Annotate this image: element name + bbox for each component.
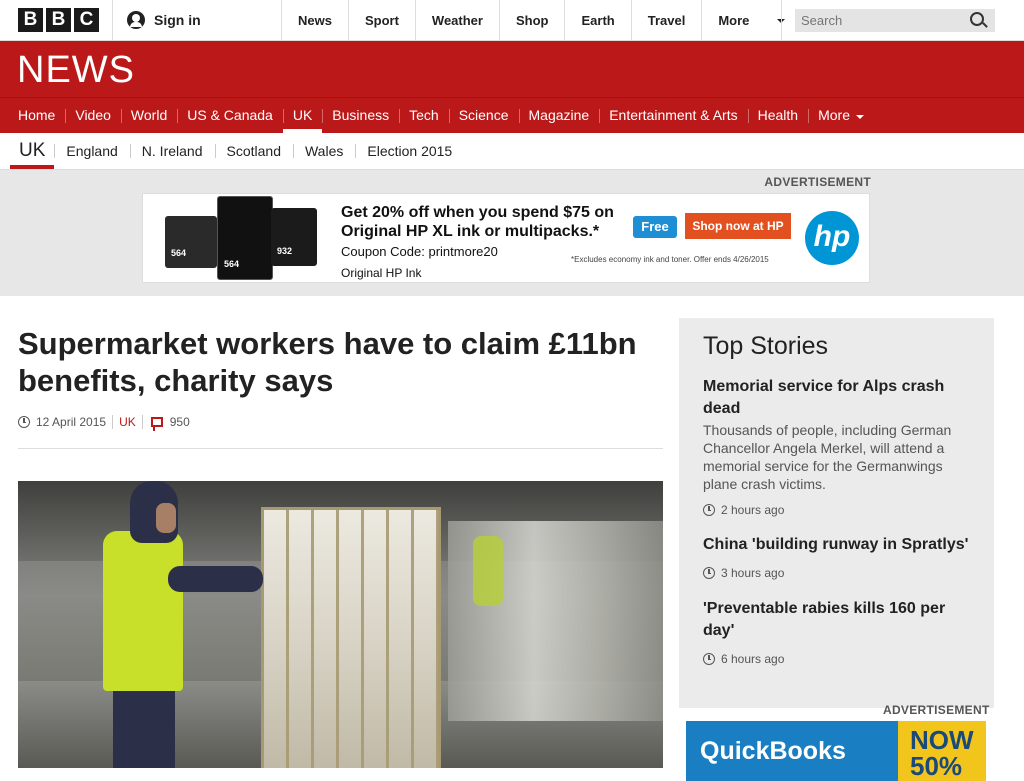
free-shipping-badge: Free — [633, 216, 677, 238]
image-worker-vest — [103, 531, 183, 691]
article-headline: Supermarket workers have to claim £11bn … — [18, 326, 637, 398]
news-nav-magazine[interactable]: Magazine — [518, 97, 600, 133]
subnav-section-uk[interactable]: UK — [10, 133, 55, 169]
image-worker-arm — [168, 566, 263, 592]
quickbooks-logo: QuickBooks — [700, 737, 846, 765]
bbc-global-nav: News Sport Weather Shop Earth Travel Mor… — [281, 0, 801, 40]
top-story-time: 6 hours ago — [703, 652, 978, 666]
ad-fine-print: *Excludes economy ink and toner. Offer e… — [571, 255, 769, 264]
top-story-time: 2 hours ago — [703, 503, 978, 517]
news-nav-more[interactable]: More — [808, 97, 872, 133]
section-subnav: UK England N. Ireland Scotland Wales Ele… — [0, 133, 1024, 170]
news-nav-video[interactable]: Video — [65, 97, 121, 133]
article-date: 12 April 2015 — [36, 415, 107, 429]
top-story-summary: Thousands of people, including German Ch… — [703, 422, 952, 492]
news-masthead: NEWS Home Video World US & Canada UK Bus… — [0, 41, 1024, 133]
news-nav-more-label: More — [818, 107, 850, 123]
top-story-headline[interactable]: 'Preventable rabies kills 160 per day' — [703, 598, 978, 642]
meta-separator — [141, 415, 143, 429]
clock-icon — [703, 567, 715, 579]
meta-separator — [112, 415, 114, 429]
news-nav-world[interactable]: World — [120, 97, 177, 133]
quickbooks-ad[interactable]: QuickBooks NOW 50% — [686, 721, 986, 781]
logo-letter: B — [18, 8, 43, 32]
clock-icon — [703, 504, 715, 516]
chevron-down-icon — [855, 115, 864, 119]
ink-cartridge-image: 932 — [271, 208, 317, 266]
top-story-item[interactable]: 'Preventable rabies kills 160 per day' 6… — [703, 598, 978, 666]
top-story-headline[interactable]: China 'building runway in Spratlys' — [703, 534, 978, 556]
top-story-item[interactable]: Memorial service for Alps crash dead Tho… — [703, 376, 978, 517]
subnav-scotland[interactable]: Scotland — [214, 133, 293, 169]
article-topic-link[interactable]: UK — [119, 415, 136, 429]
ad-label: ADVERTISEMENT — [883, 703, 990, 717]
ink-cartridge-image: 564 — [217, 196, 273, 280]
news-nav: Home Video World US & Canada UK Business… — [8, 97, 872, 133]
ad-coupon: Coupon Code: printmore20 — [341, 244, 498, 259]
news-nav-uk[interactable]: UK — [282, 97, 323, 133]
top-stories-panel: Top Stories Memorial service for Alps cr… — [679, 318, 994, 708]
article-meta: 12 April 2015 UK 950 — [18, 413, 190, 431]
user-icon — [127, 11, 145, 29]
news-nav-entertainment-arts[interactable]: Entertainment & Arts — [599, 97, 747, 133]
subnav-wales[interactable]: Wales — [292, 133, 355, 169]
sign-in-label: Sign in — [154, 12, 201, 28]
article-image — [18, 481, 663, 768]
search-area — [781, 0, 1024, 40]
top-story-time: 3 hours ago — [703, 566, 978, 580]
top-story-item[interactable]: China 'building runway in Spratlys' 3 ho… — [703, 534, 978, 580]
news-nav-home[interactable]: Home — [8, 97, 65, 133]
subnav-england[interactable]: England — [54, 133, 129, 169]
image-worker-legs — [113, 686, 175, 768]
news-nav-health[interactable]: Health — [747, 97, 808, 133]
ink-cartridge-image: 564 — [165, 216, 217, 268]
global-nav-sport[interactable]: Sport — [347, 0, 415, 40]
clock-icon — [18, 416, 30, 428]
ad-label: ADVERTISEMENT — [764, 175, 871, 189]
global-nav-shop[interactable]: Shop — [498, 0, 565, 40]
news-logo[interactable]: NEWS — [17, 49, 135, 92]
bbc-logo[interactable]: B B C — [18, 8, 99, 32]
comment-count[interactable]: 950 — [170, 415, 190, 429]
top-stories-title: Top Stories — [703, 332, 829, 360]
news-nav-us-canada[interactable]: US & Canada — [177, 97, 283, 133]
promo-badge: NOW 50% — [898, 721, 986, 781]
image-background-worker — [473, 536, 503, 606]
global-nav-weather[interactable]: Weather — [414, 0, 499, 40]
image-worker-face — [156, 503, 176, 533]
search-input[interactable] — [795, 9, 995, 32]
image-roll-cage — [261, 507, 441, 768]
top-story-headline[interactable]: Memorial service for Alps crash dead — [703, 376, 978, 420]
clock-icon — [703, 653, 715, 665]
bbc-top-bar: B B C Sign in News Sport Weather Shop Ea… — [0, 0, 1024, 41]
logo-letter: C — [74, 8, 99, 32]
ad-product-line: Original HP Ink — [341, 266, 422, 280]
ad-headline: Get 20% off when you spend $75 on Origin… — [341, 204, 614, 240]
hp-ad-banner[interactable]: 564 564 932 Get 20% off when you spend $… — [142, 193, 870, 283]
article-divider — [18, 448, 663, 449]
news-nav-science[interactable]: Science — [448, 97, 519, 133]
subnav-items: UK England N. Ireland Scotland Wales Ele… — [10, 133, 464, 170]
global-nav-earth[interactable]: Earth — [564, 0, 630, 40]
subnav-election-2015[interactable]: Election 2015 — [355, 133, 464, 169]
comment-icon[interactable] — [150, 417, 163, 431]
news-nav-tech[interactable]: Tech — [399, 97, 449, 133]
global-nav-news[interactable]: News — [281, 0, 348, 40]
search-icon[interactable] — [970, 12, 984, 26]
logo-letter: B — [46, 8, 71, 32]
subnav-n-ireland[interactable]: N. Ireland — [129, 133, 215, 169]
news-nav-business[interactable]: Business — [322, 97, 399, 133]
sign-in-link[interactable]: Sign in — [112, 0, 280, 40]
hp-logo: hp — [805, 211, 859, 265]
shop-now-button[interactable]: Shop now at HP — [685, 213, 791, 239]
top-ad-zone: ADVERTISEMENT 564 564 932 Get 20% off wh… — [0, 170, 1024, 296]
global-nav-travel[interactable]: Travel — [630, 0, 702, 40]
